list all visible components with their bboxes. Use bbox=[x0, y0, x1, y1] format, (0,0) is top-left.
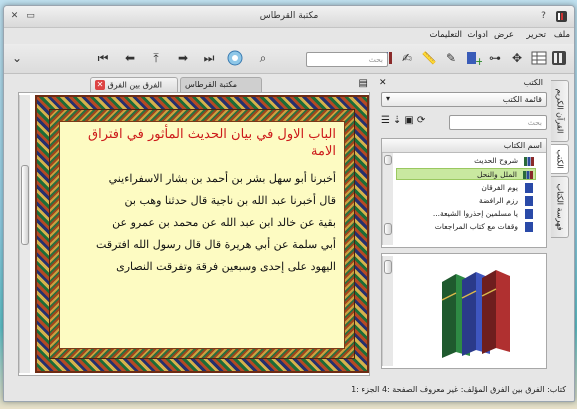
tree-item-book[interactable]: رزم الرافضة bbox=[404, 195, 536, 207]
tree-item-category[interactable]: شروح الحديث bbox=[396, 155, 536, 167]
book-tree: اسم الكتاب شروح الحديث الملل والنحل يوم … bbox=[381, 138, 547, 248]
toolbar: ✥ ⊶ + ✎ 📏 ✍ بحث ⌕ ⏭ ➡ ⤒ ⬅ ⏮ ⌄ bbox=[4, 44, 574, 74]
tab-label: مكتبة القرطاس bbox=[185, 80, 238, 89]
tree-item-label: وقفات مع كتاب المراجعات bbox=[434, 222, 518, 231]
page-line: بقية عن خالد ابن عبد الله عن محمد بن عمر… bbox=[112, 216, 336, 229]
menu-view[interactable]: عرض bbox=[494, 30, 514, 40]
tree-item-label: يا مسلمين إحذروا الشيعة... bbox=[432, 209, 518, 218]
page-line: قال أخبرنا عبد الله بن ناجية قال حدثنا و… bbox=[124, 194, 336, 207]
dock-tools: ☰⇣▣⟳ bbox=[381, 115, 447, 126]
chevron-down-icon[interactable]: ⌄ bbox=[8, 49, 26, 67]
window-title: مكتبة القرطاس bbox=[259, 11, 319, 21]
tree-item-label: رزم الرافضة bbox=[479, 196, 518, 205]
chapter-title: الباب الاول في بيان الحديث المأثور في اف… bbox=[88, 127, 336, 159]
book-icon bbox=[525, 183, 533, 193]
tab-book-current[interactable]: ✕ الفرق بين الفرق bbox=[90, 77, 178, 92]
page-line: أخبرنا أبو سهل بشر بن أحمد بن بشار الاسف… bbox=[108, 172, 336, 185]
ruler-icon[interactable]: 📏 bbox=[420, 49, 438, 67]
scroll-thumb[interactable] bbox=[21, 165, 29, 245]
menu-bar: ملف تحرير عرض ادوات التعليمات bbox=[4, 28, 574, 44]
edit-icon[interactable]: ✍ bbox=[398, 49, 416, 67]
books-icon bbox=[523, 171, 533, 179]
tab-library[interactable]: مكتبة القرطاس bbox=[180, 77, 262, 92]
close-icon[interactable]: ✕ bbox=[379, 78, 387, 88]
sidetab-label: الكتب bbox=[555, 149, 564, 169]
app-icon bbox=[555, 10, 568, 23]
close-tab-icon[interactable]: ✕ bbox=[95, 80, 105, 90]
scroll-thumb-lower[interactable] bbox=[384, 223, 392, 235]
sidetab-quran[interactable]: القرآن الكريم bbox=[551, 80, 569, 142]
refresh-icon[interactable]: ⟳ bbox=[417, 115, 428, 126]
page-line: أبي سلمة عن أبي هريرة قال قال رسول الله … bbox=[96, 238, 336, 251]
preview-scrollbar[interactable] bbox=[382, 256, 393, 366]
add-book-icon[interactable]: + bbox=[464, 49, 484, 68]
book-page: الباب الاول في بيان الحديث المأثور في اف… bbox=[59, 121, 345, 349]
help-icon[interactable]: ? bbox=[537, 10, 550, 23]
status-bar: كتاب: الفرق بين الفرق المؤلف: غير معروف … bbox=[351, 385, 566, 394]
title-bar: ✕ ▭ مكتبة القرطاس ? bbox=[4, 6, 574, 28]
tree-item-book[interactable]: يوم الفرقان bbox=[404, 182, 536, 194]
page-body: أخبرنا أبو سهل بشر بن أحمد بن بشار الاسف… bbox=[68, 168, 336, 278]
page-line: اليهود على إحدى وسبعين فرقة وتفرقت النصا… bbox=[116, 260, 336, 273]
book-list-combo[interactable]: ▾ قائمة الكتب bbox=[381, 92, 547, 107]
tab-menu-icon[interactable]: ▤ bbox=[359, 78, 368, 89]
first-page-icon[interactable]: ⏮ bbox=[94, 49, 112, 67]
book-icon bbox=[525, 196, 533, 206]
svg-text:+: + bbox=[475, 55, 482, 67]
tree-item-label: يوم الفرقان bbox=[481, 183, 518, 192]
menu-help[interactable]: التعليمات bbox=[429, 30, 462, 40]
list-icon[interactable]: ☰ bbox=[381, 115, 393, 126]
move-down-icon[interactable]: ⇣ bbox=[393, 115, 404, 126]
sidetab-books[interactable]: الكتب bbox=[551, 144, 569, 174]
combo-value: قائمة الكتب bbox=[502, 95, 542, 104]
next-page-icon[interactable]: ➡ bbox=[174, 49, 192, 67]
add-folder-icon[interactable]: ▣ bbox=[404, 115, 416, 126]
tree-item-label: شروح الحديث bbox=[474, 156, 518, 165]
book-icon bbox=[525, 209, 533, 219]
sidetab-index[interactable]: فهرسة الكتاب bbox=[551, 176, 569, 238]
last-page-icon[interactable]: ⏭ bbox=[200, 49, 218, 67]
books-dock: الكتب ✕ ▾ قائمة الكتب بحث ☰⇣▣⟳ اسم الكتا… bbox=[377, 76, 547, 378]
search-icon[interactable]: ⌕ bbox=[254, 49, 272, 67]
ornamental-frame: الباب الاول في بيان الحديث المأثور في اف… bbox=[35, 95, 369, 373]
menu-tools[interactable]: ادوات bbox=[467, 30, 488, 40]
scroll-thumb[interactable] bbox=[384, 260, 392, 274]
book-search-input[interactable]: بحث bbox=[449, 115, 547, 130]
link-icon[interactable]: ⊶ bbox=[486, 49, 504, 67]
prev-page-icon[interactable]: ⬅ bbox=[121, 49, 139, 67]
toolbar-search-input[interactable]: بحث bbox=[306, 52, 388, 67]
side-tabs: القرآن الكريم الكتب فهرسة الكتاب bbox=[548, 76, 574, 276]
book-icon bbox=[525, 222, 533, 232]
books-illustration-icon bbox=[441, 270, 510, 358]
scroll-thumb[interactable] bbox=[384, 155, 392, 165]
sync-icon[interactable] bbox=[226, 49, 244, 67]
pencil-icon[interactable]: ✎ bbox=[442, 49, 460, 67]
viewer-scrollbar[interactable] bbox=[19, 95, 30, 373]
sidetab-label: فهرسة الكتاب bbox=[555, 183, 564, 231]
top-icon[interactable]: ⤒ bbox=[147, 49, 165, 67]
chevron-down-icon: ▾ bbox=[386, 94, 391, 103]
tree-item-book[interactable]: يا مسلمين إحذروا الشيعة... bbox=[404, 208, 536, 220]
menu-file[interactable]: ملف bbox=[554, 30, 570, 40]
tree-item-selected[interactable]: الملل والنحل bbox=[396, 168, 536, 180]
tree-scrollbar[interactable] bbox=[382, 153, 393, 245]
books-icon bbox=[524, 157, 534, 166]
document-tabs: ✕ الفرق بين الفرق مكتبة القرطاس ▤ bbox=[18, 76, 370, 92]
book-preview bbox=[381, 253, 547, 369]
menu-edit[interactable]: تحرير bbox=[526, 30, 546, 40]
tab-label: الفرق بين الفرق bbox=[107, 80, 163, 90]
tree-item-book[interactable]: وقفات مع كتاب المراجعات bbox=[404, 221, 536, 233]
sidetab-label: القرآن الكريم bbox=[555, 88, 564, 134]
tree-header: اسم الكتاب bbox=[382, 139, 546, 153]
book-viewer: الباب الاول في بيان الحديث المأثور في اف… bbox=[18, 92, 370, 376]
move-icon[interactable]: ✥ bbox=[508, 49, 526, 67]
grid-icon[interactable] bbox=[530, 49, 548, 67]
app-window: ✕ ▭ مكتبة القرطاس ? ملف تحرير عرض ادوات … bbox=[3, 5, 575, 402]
tree-item-label: الملل والنحل bbox=[476, 170, 517, 179]
dock-title: الكتب bbox=[523, 78, 543, 87]
library-icon[interactable] bbox=[550, 49, 568, 67]
